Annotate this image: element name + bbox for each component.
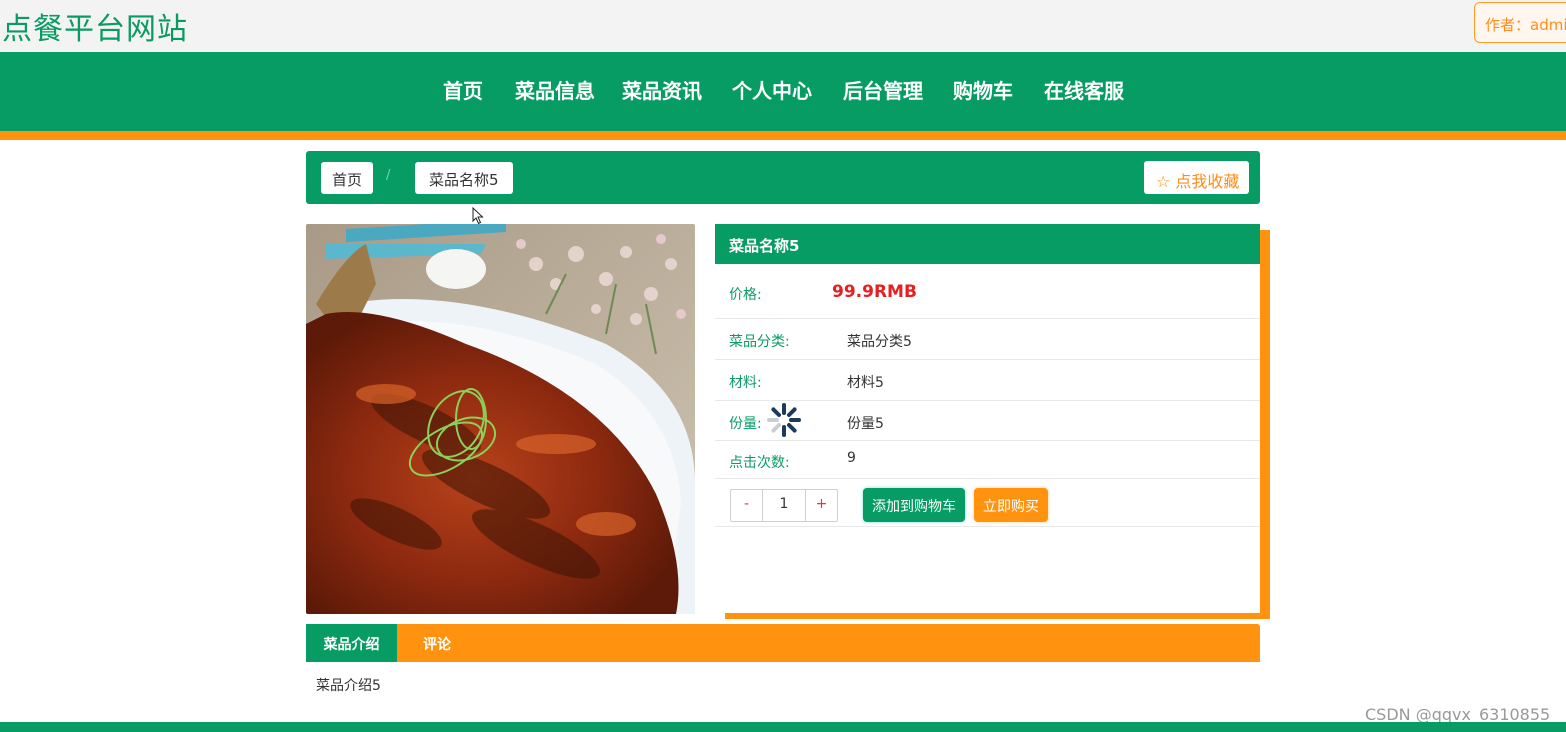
dish-photo xyxy=(306,224,695,614)
category-row: 菜品分类: 菜品分类5 xyxy=(715,319,1260,360)
add-to-cart-button[interactable]: 添加到购物车 xyxy=(863,488,965,522)
quantity-increase-button[interactable]: + xyxy=(805,490,837,521)
material-value: 材料5 xyxy=(847,375,884,391)
detail-tabs: 菜品介绍 评论 xyxy=(306,624,1260,662)
author-badge: 作者：admi xyxy=(1474,2,1566,43)
loading-spinner-icon xyxy=(767,403,801,437)
nav-accent-stripe xyxy=(0,131,1566,140)
portion-label: 份量: xyxy=(729,416,762,432)
mouse-cursor-icon xyxy=(472,207,484,225)
breadcrumb-home[interactable]: 首页 xyxy=(321,162,374,194)
favorite-button[interactable]: ☆ 点我收藏 xyxy=(1144,161,1249,194)
breadcrumb: 首页 / 菜品名称5 ☆ 点我收藏 xyxy=(306,151,1260,204)
dish-intro-text: 菜品介绍5 xyxy=(316,678,381,694)
site-title[interactable]: 点餐平台网站 xyxy=(2,4,188,48)
nav-dish-info[interactable]: 菜品信息 xyxy=(515,75,595,104)
category-label: 菜品分类: xyxy=(729,334,790,350)
nav-dish-news[interactable]: 菜品资讯 xyxy=(622,75,702,104)
nav-personal-center[interactable]: 个人中心 xyxy=(732,75,812,104)
footer-bar xyxy=(0,722,1566,732)
quantity-stepper: - 1 + xyxy=(730,489,838,522)
buy-now-button[interactable]: 立即购买 xyxy=(974,488,1048,522)
material-label: 材料: xyxy=(729,375,762,391)
nav-cart[interactable]: 购物车 xyxy=(953,75,1013,104)
clicks-value: 9 xyxy=(847,450,856,466)
quantity-decrease-button[interactable]: - xyxy=(731,490,763,521)
top-header: 点餐平台网站 作者：admi xyxy=(0,0,1566,52)
quantity-input[interactable]: 1 xyxy=(763,490,805,521)
clicks-label: 点击次数: xyxy=(729,455,790,471)
category-value: 菜品分类5 xyxy=(847,334,912,350)
clicks-row: 点击次数: 9 xyxy=(715,441,1260,479)
tab-dish-intro[interactable]: 菜品介绍 xyxy=(306,624,397,662)
nav-admin[interactable]: 后台管理 xyxy=(843,75,923,104)
main-nav: 首页 菜品信息 菜品资讯 个人中心 后台管理 购物车 在线客服 xyxy=(0,52,1566,131)
nav-online-service[interactable]: 在线客服 xyxy=(1044,75,1124,104)
material-row: 材料: 材料5 xyxy=(715,360,1260,401)
purchase-row: - 1 + 添加到购物车 立即购买 xyxy=(715,479,1260,527)
price-label: 价格: xyxy=(729,287,762,303)
portion-value: 份量5 xyxy=(847,416,884,432)
tab-comments[interactable]: 评论 xyxy=(397,624,477,662)
breadcrumb-separator: / xyxy=(386,168,391,183)
price-value: 99.9RMB xyxy=(832,282,917,302)
price-row: 价格: 99.9RMB xyxy=(715,264,1260,319)
nav-home[interactable]: 首页 xyxy=(443,75,483,104)
breadcrumb-current[interactable]: 菜品名称5 xyxy=(415,162,513,194)
dish-name-heading: 菜品名称5 xyxy=(715,224,1260,264)
